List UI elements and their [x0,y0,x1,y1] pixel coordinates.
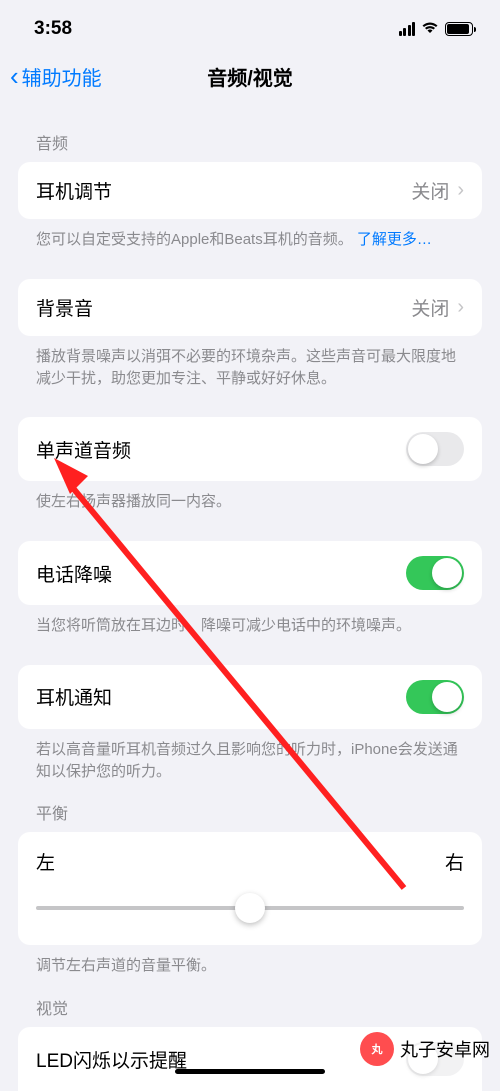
cell-headphone-adjust[interactable]: 耳机调节 关闭 › [18,162,482,219]
learn-more-link[interactable]: 了解更多… [357,231,432,248]
watermark: 丸 丸子安卓网 [360,1032,490,1066]
chevron-right-icon: › [457,296,464,319]
chevron-right-icon: › [457,179,464,202]
balance-left-label: 左 [36,848,55,875]
section-header-visual: 视觉 [18,977,482,1027]
cell-label: 单声道音频 [36,436,131,463]
status-icons [399,20,477,39]
home-indicator [175,1069,325,1074]
cell-value: 关闭 [411,294,449,321]
cell-phone-noise[interactable]: 电话降噪 [18,541,482,605]
cell-headphone-notify[interactable]: 耳机通知 [18,665,482,729]
watermark-text: 丸子安卓网 [400,1036,490,1062]
cell-label: 耳机调节 [36,177,112,204]
cell-value: 关闭 [411,177,449,204]
signal-icon [399,22,416,36]
slider-thumb[interactable] [235,893,265,923]
switch-mono-audio[interactable] [406,432,464,466]
footer-headphone-notify: 若以高音量听耳机音频过久且影响您的听力时，iPhone会发送通知以保护您的听力。 [18,729,482,783]
wifi-icon [421,20,439,39]
status-bar: 3:58 [0,0,500,50]
footer-mono-audio: 使左右扬声器播放同一内容。 [18,481,482,513]
cell-background-sound[interactable]: 背景音 关闭 › [18,279,482,336]
footer-headphone-adjust: 您可以自定受支持的Apple和Beats耳机的音频。 了解更多… [18,219,482,251]
battery-icon [445,22,476,36]
footer-balance: 调节左右声道的音量平衡。 [18,945,482,977]
cell-label: 背景音 [36,294,93,321]
section-header-balance: 平衡 [18,782,482,832]
nav-bar: ‹ 辅助功能 音频/视觉 [0,50,500,102]
page-title: 音频/视觉 [207,62,293,91]
cell-label: 耳机通知 [36,683,112,710]
cell-label: LED闪烁以示提醒 [36,1046,187,1073]
cell-mono-audio[interactable]: 单声道音频 [18,417,482,481]
status-time: 3:58 [34,18,72,40]
switch-phone-noise[interactable] [406,556,464,590]
cell-label: 电话降噪 [36,560,112,587]
balance-right-label: 右 [445,848,464,875]
footer-phone-noise: 当您将听筒放在耳边时，降噪可减少电话中的环境噪声。 [18,605,482,637]
cell-balance: 左 右 [18,832,482,945]
back-button[interactable]: ‹ 辅助功能 [10,62,102,91]
footer-background-sound: 播放背景噪声以消弭不必要的环境杂声。这些声音可最大限度地减少干扰，助您更加专注、… [18,336,482,390]
balance-slider[interactable] [36,893,464,923]
back-label: 辅助功能 [22,62,102,91]
chevron-left-icon: ‹ [10,63,19,89]
watermark-logo-icon: 丸 [360,1032,394,1066]
section-header-audio: 音频 [18,102,482,162]
switch-headphone-notify[interactable] [406,680,464,714]
